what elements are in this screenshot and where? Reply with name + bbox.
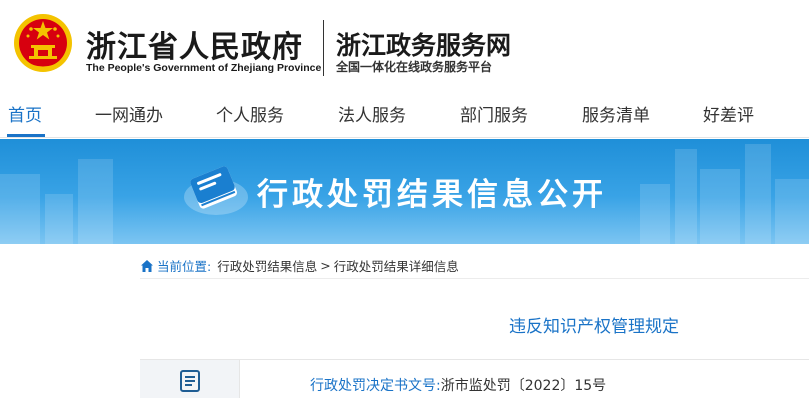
page-banner: 行政处罚结果信息公开 (0, 139, 809, 244)
nav-item-service-list[interactable]: 服务清单 (582, 101, 650, 126)
breadcrumb-level2: 行政处罚结果详细信息 (333, 259, 459, 274)
breadcrumb-level1[interactable]: 行政处罚结果信息 (217, 256, 317, 275)
nav-item-one-stop[interactable]: 一网通办 (95, 101, 163, 126)
main-nav: 首页 一网通办 个人服务 法人服务 部门服务 服务清单 好差评 (0, 90, 809, 138)
breadcrumb-separator: > (320, 258, 331, 273)
nav-item-corporate[interactable]: 法人服务 (338, 101, 406, 126)
info-row: 行政处罚决定书文号:浙市监处罚〔2022〕15号 (140, 359, 809, 398)
doc-number-value: 浙市监处罚〔2022〕15号 (440, 378, 607, 394)
breadcrumb-divider (140, 278, 809, 279)
breadcrumb-label: 当前位置: (157, 259, 212, 274)
nav-item-feedback[interactable]: 好差评 (703, 101, 754, 126)
banner-title: 行政处罚结果信息公开 (257, 177, 607, 213)
gov-name-en: The People's Government of Zhejiang Prov… (86, 62, 322, 74)
home-icon[interactable] (140, 259, 154, 273)
doc-number-label: 行政处罚决定书文号: (310, 378, 441, 394)
national-emblem-icon[interactable] (12, 12, 74, 74)
nav-item-department[interactable]: 部门服务 (460, 101, 528, 126)
doc-number: 行政处罚决定书文号:浙市监处罚〔2022〕15号 (310, 375, 606, 395)
site-header: 浙江省人民政府 The People's Government of Zheji… (0, 0, 809, 90)
document-list-icon (180, 370, 200, 392)
info-icon-cell (140, 360, 240, 398)
breadcrumb: 当前位置: 行政处罚结果信息 > 行政处罚结果详细信息 (140, 256, 459, 275)
gov-name[interactable]: 浙江省人民政府 (86, 22, 303, 66)
book-icon (184, 166, 248, 215)
service-name[interactable]: 浙江政务服务网 (336, 26, 511, 62)
header-divider (323, 20, 324, 76)
document-title: 违反知识产权管理规定 (509, 317, 679, 337)
nav-item-home[interactable]: 首页 (8, 101, 42, 126)
content-panel: 当前位置: 行政处罚结果信息 > 行政处罚结果详细信息 违反知识产权管理规定 行… (110, 244, 809, 398)
service-tagline: 全国一体化在线政务服务平台 (336, 60, 493, 74)
active-tab-indicator (7, 134, 45, 137)
nav-item-personal[interactable]: 个人服务 (216, 101, 284, 126)
